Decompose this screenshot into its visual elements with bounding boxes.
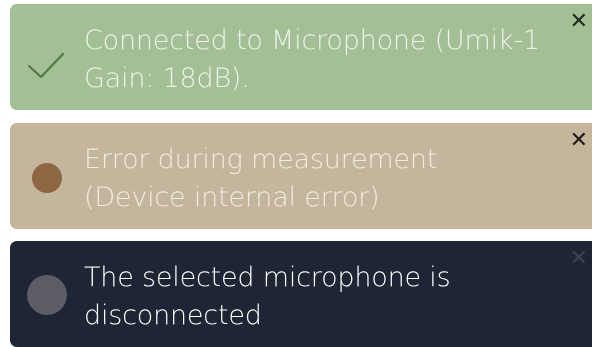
toast-message: Error during measurement (Device interna…	[84, 144, 438, 213]
close-icon[interactable]: ✕	[570, 129, 588, 153]
toast-message: Connected to Microphone (Umik-1 Gain: 18…	[84, 25, 540, 94]
status-dot-icon	[27, 275, 67, 315]
toast-info: The selected microphone is disconnected …	[10, 241, 592, 347]
checkmark-icon	[26, 44, 66, 84]
close-icon[interactable]: ✕	[570, 247, 588, 271]
toast-error: Error during measurement (Device interna…	[10, 123, 592, 229]
toast-message: The selected microphone is disconnected	[84, 262, 451, 331]
status-dot-icon	[32, 163, 62, 193]
toast-success: Connected to Microphone (Umik-1 Gain: 18…	[10, 4, 592, 110]
close-icon[interactable]: ✕	[570, 10, 588, 34]
